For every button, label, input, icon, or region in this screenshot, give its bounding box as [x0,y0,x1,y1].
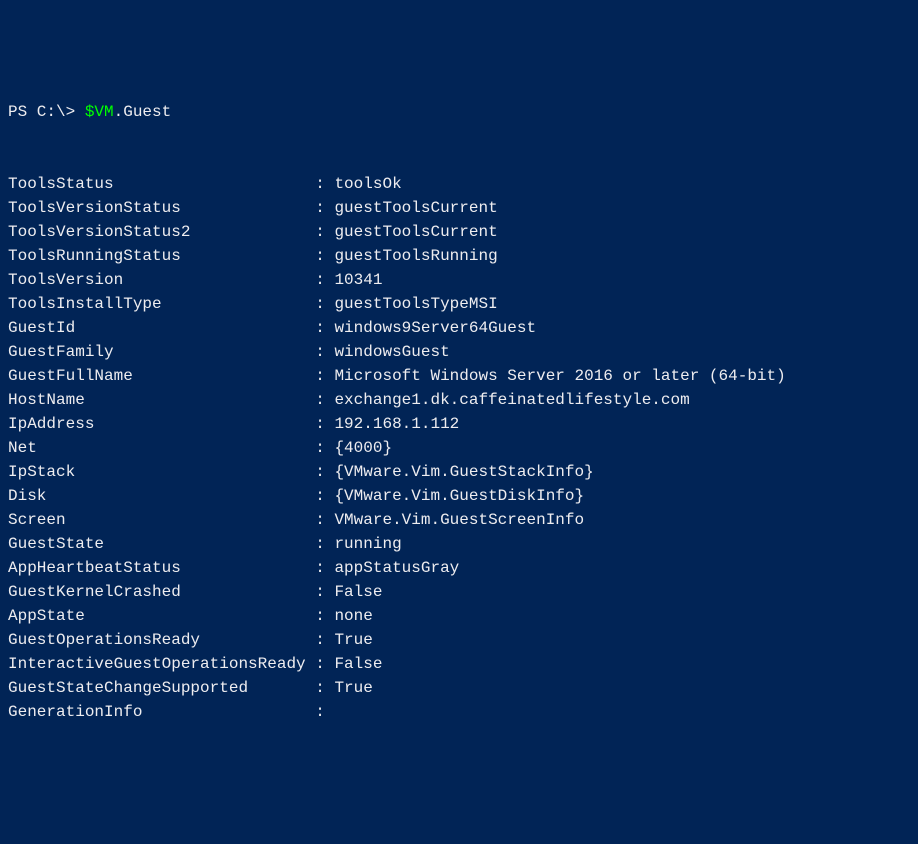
property-row: ToolsStatus : toolsOk [8,172,910,196]
property-row: GuestFullName : Microsoft Windows Server… [8,364,910,388]
property-row: Screen : VMware.Vim.GuestScreenInfo [8,508,910,532]
property-row: AppHeartbeatStatus : appStatusGray [8,556,910,580]
property-row: Net : {4000} [8,436,910,460]
property-row: ToolsInstallType : guestToolsTypeMSI [8,292,910,316]
prompt-suffix: .Guest [114,103,172,121]
property-row: GenerationInfo : [8,700,910,724]
property-row: ToolsRunningStatus : guestToolsRunning [8,244,910,268]
property-row: IpStack : {VMware.Vim.GuestStackInfo} [8,460,910,484]
property-row: GuestKernelCrashed : False [8,580,910,604]
property-row: GuestOperationsReady : True [8,628,910,652]
blank-line [8,124,910,148]
prompt-prefix: PS C:\> [8,103,85,121]
property-row: AppState : none [8,604,910,628]
terminal-output: PS C:\> $VM.Guest ToolsStatus : toolsOkT… [8,100,910,724]
property-row: GuestFamily : windowsGuest [8,340,910,364]
prompt-variable: $VM [85,103,114,121]
property-row: GuestStateChangeSupported : True [8,676,910,700]
property-row: InteractiveGuestOperationsReady : False [8,652,910,676]
property-row: Disk : {VMware.Vim.GuestDiskInfo} [8,484,910,508]
property-row: ToolsVersion : 10341 [8,268,910,292]
output-properties: ToolsStatus : toolsOkToolsVersionStatus … [8,172,910,724]
property-row: ToolsVersionStatus2 : guestToolsCurrent [8,220,910,244]
property-row: GuestState : running [8,532,910,556]
property-row: GuestId : windows9Server64Guest [8,316,910,340]
property-row: HostName : exchange1.dk.caffeinatedlifes… [8,388,910,412]
prompt-line[interactable]: PS C:\> $VM.Guest [8,103,171,121]
property-row: ToolsVersionStatus : guestToolsCurrent [8,196,910,220]
property-row: IpAddress : 192.168.1.112 [8,412,910,436]
